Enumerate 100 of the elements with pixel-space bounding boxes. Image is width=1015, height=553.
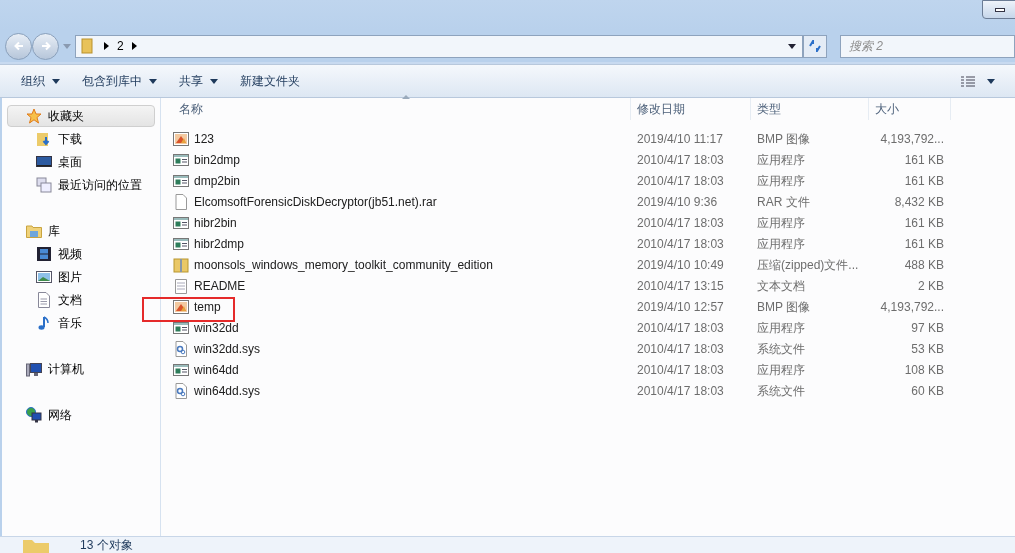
date-cell-text: 2010/4/17 18:03 xyxy=(636,214,725,232)
zipped-folder-icon xyxy=(173,256,189,273)
date-cell-text: 2010/4/17 18:03 xyxy=(636,340,725,358)
document-icon xyxy=(36,292,52,308)
sidebar-item[interactable]: 库 xyxy=(7,220,155,242)
type-cell-text: 应用程序 xyxy=(756,319,806,337)
type-cell-text: 应用程序 xyxy=(756,214,806,232)
folder-icon xyxy=(80,38,96,54)
type-cell-text: 应用程序 xyxy=(756,235,806,253)
image-file-icon xyxy=(173,298,189,315)
type-cell-text: 压缩(zipped)文件... xyxy=(756,256,860,274)
sidebar-item[interactable]: 收藏夹 xyxy=(7,105,155,127)
date-cell-text: 2010/4/17 18:03 xyxy=(636,172,725,190)
file-row[interactable]: README 2010/4/17 13:15 文本文档 2 KB xyxy=(172,275,1015,296)
size-cell-text: 4,193,792... xyxy=(879,130,944,148)
file-row[interactable]: 123 2019/4/10 11:17 BMP 图像 4,193,792... xyxy=(172,128,1015,149)
size-cell-text: 97 KB xyxy=(910,319,944,337)
size-cell-text: 108 KB xyxy=(903,361,944,379)
type-cell-text: BMP 图像 xyxy=(756,130,812,148)
sidebar-item[interactable]: 网络 xyxy=(7,404,155,426)
type-cell-text: 应用程序 xyxy=(756,361,806,379)
file-row[interactable]: win32dd 2010/4/17 18:03 应用程序 97 KB xyxy=(172,317,1015,338)
star-icon xyxy=(26,108,42,124)
sidebar-item[interactable]: 音乐 xyxy=(7,312,155,334)
program-window-icon xyxy=(173,361,189,378)
date-cell-text: 2010/4/17 18:03 xyxy=(636,319,725,337)
text-file-icon xyxy=(173,277,189,294)
sidebar-item[interactable]: 下载 xyxy=(7,128,155,150)
music-note-icon xyxy=(36,315,52,331)
file-name: 123 xyxy=(194,130,215,148)
file-name: hibr2dmp xyxy=(194,235,245,253)
image-file-icon xyxy=(173,130,189,147)
search-field[interactable]: 搜索 2 xyxy=(840,34,1015,58)
minimize-icon xyxy=(994,7,1005,12)
breadcrumb-arrow-icon xyxy=(104,42,109,50)
type-cell-text: 系统文件 xyxy=(756,382,806,400)
sidebar-item[interactable]: 图片 xyxy=(7,266,155,288)
size-cell-text: 488 KB xyxy=(903,256,944,274)
file-row[interactable]: hibr2bin 2010/4/17 18:03 应用程序 161 KB xyxy=(172,212,1015,233)
date-cell-text: 2010/4/17 18:03 xyxy=(636,361,725,379)
picture-icon xyxy=(36,269,52,285)
computer-icon xyxy=(26,361,42,377)
sidebar-item[interactable]: 最近访问的位置 xyxy=(7,174,155,196)
type-cell-text: 应用程序 xyxy=(756,151,806,169)
sidebar-item[interactable]: 计算机 xyxy=(7,358,155,380)
toolbar-button[interactable]: 共享 xyxy=(170,69,227,93)
minimize-button[interactable] xyxy=(982,0,1015,19)
file-name: dmp2bin xyxy=(194,172,241,190)
breadcrumb-item[interactable]: 2 xyxy=(117,37,124,55)
date-cell-text: 2010/4/17 18:03 xyxy=(636,235,725,253)
toolbar-button[interactable]: 包含到库中 xyxy=(73,69,166,93)
blank-file-icon xyxy=(173,193,189,210)
program-window-icon xyxy=(173,319,189,336)
column-header[interactable]: 大小 xyxy=(869,98,951,120)
program-window-icon xyxy=(173,151,189,168)
size-cell-text: 161 KB xyxy=(903,172,944,190)
size-cell-text: 161 KB xyxy=(903,151,944,169)
sort-arrow-icon xyxy=(402,95,410,99)
file-row[interactable]: temp 2019/4/10 12:57 BMP 图像 4,193,792... xyxy=(172,296,1015,317)
size-cell-text: 53 KB xyxy=(910,340,944,358)
file-row[interactable]: dmp2bin 2010/4/17 18:03 应用程序 161 KB xyxy=(172,170,1015,191)
film-icon xyxy=(36,246,52,262)
file-row[interactable]: bin2dmp 2010/4/17 18:03 应用程序 161 KB xyxy=(172,149,1015,170)
toolbar-button[interactable]: 组织 xyxy=(12,69,69,93)
file-row[interactable]: hibr2dmp 2010/4/17 18:03 应用程序 161 KB xyxy=(172,233,1015,254)
program-window-icon xyxy=(173,214,189,231)
forward-button[interactable] xyxy=(32,32,59,60)
type-cell-text: RAR 文件 xyxy=(756,193,811,211)
file-row[interactable]: win64dd 2010/4/17 18:03 应用程序 108 KB xyxy=(172,359,1015,380)
file-name: temp xyxy=(194,298,221,316)
sidebar-item[interactable]: 桌面 xyxy=(7,151,155,173)
file-name: win64dd xyxy=(194,361,239,379)
file-name: win32dd.sys xyxy=(194,340,261,358)
file-row[interactable]: win64dd.sys 2010/4/17 18:03 系统文件 60 KB xyxy=(172,380,1015,401)
size-cell-text: 4,193,792... xyxy=(879,298,944,316)
file-name: bin2dmp xyxy=(194,151,241,169)
back-arrow-icon xyxy=(12,40,25,52)
back-button[interactable] xyxy=(5,32,32,60)
sidebar-item[interactable]: 文档 xyxy=(7,289,155,311)
refresh-button[interactable] xyxy=(803,34,827,58)
file-row[interactable]: moonsols_windows_memory_toolkit_community_edition 2019/4/10 10:49 压缩(zipped)文件... 488 KB xyxy=(172,254,1015,275)
type-cell-text: BMP 图像 xyxy=(756,298,812,316)
file-name: moonsols_windows_memory_toolkit_community_edition xyxy=(194,256,493,274)
toolbar-button[interactable]: 新建文件夹 xyxy=(231,69,309,93)
file-name: win32dd xyxy=(194,319,239,337)
gear-file-icon xyxy=(173,340,189,357)
address-field[interactable]: 2 xyxy=(75,34,803,58)
file-row[interactable]: ElcomsoftForensicDiskDecryptor(jb51.net).rar 2019/4/10 9:36 RAR 文件 8,432 KB xyxy=(172,191,1015,212)
type-cell-text: 文本文档 xyxy=(756,277,806,295)
file-row[interactable]: win32dd.sys 2010/4/17 18:03 系统文件 53 KB xyxy=(172,338,1015,359)
date-cell-text: 2010/4/17 18:03 xyxy=(636,382,725,400)
size-cell-text: 161 KB xyxy=(903,214,944,232)
file-name: ElcomsoftForensicDiskDecryptor(jb51.net).rar xyxy=(194,193,437,211)
desktop-icon xyxy=(36,154,52,170)
sidebar-item[interactable]: 视频 xyxy=(7,243,155,265)
column-header[interactable]: 修改日期 xyxy=(631,98,751,120)
column-header[interactable]: 类型 xyxy=(751,98,869,120)
recent-places-icon xyxy=(36,177,52,193)
size-cell-text: 2 KB xyxy=(917,277,944,295)
program-window-icon xyxy=(173,172,189,189)
